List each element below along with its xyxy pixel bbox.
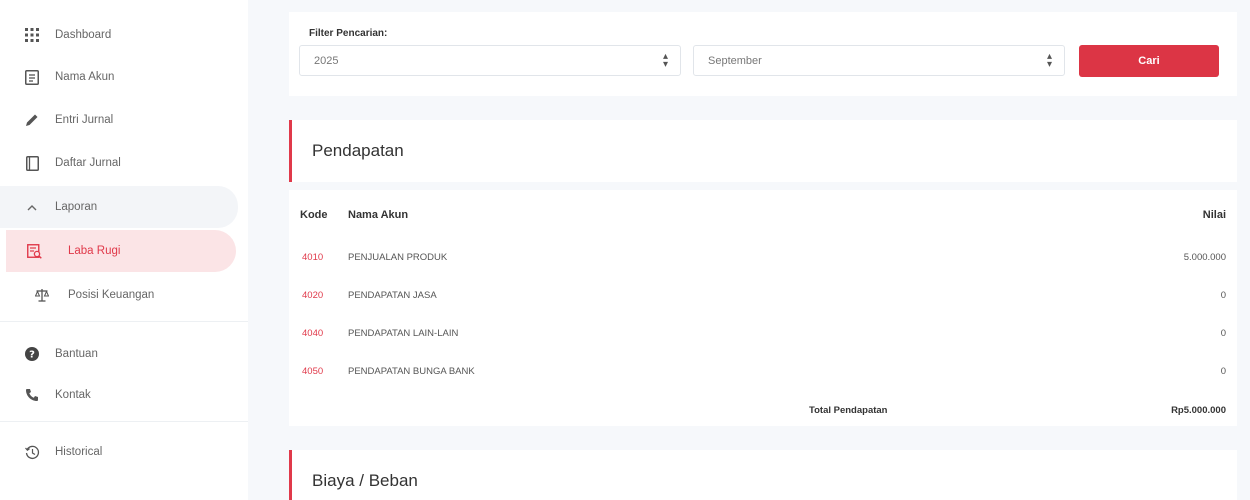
select-caret-icon: ▴ ▾	[1046, 51, 1052, 70]
sidebar-item-label: Posisi Keuangan	[68, 289, 155, 301]
book-icon	[22, 153, 42, 173]
sidebar-item-label: Kontak	[55, 389, 91, 401]
history-icon	[22, 442, 42, 462]
sidebar-item-posisi-keuangan[interactable]: Posisi Keuangan	[0, 274, 238, 316]
sidebar-item-label: Laba Rugi	[68, 245, 121, 257]
sidebar-item-entri-jurnal[interactable]: Entri Jurnal	[0, 99, 238, 141]
column-header-code: Kode	[300, 209, 328, 221]
sidebar-item-nama-akun[interactable]: Nama Akun	[0, 56, 238, 98]
question-icon: ?	[22, 344, 42, 364]
account-name: PENJUALAN PRODUK	[348, 252, 448, 263]
sidebar-item-label: Nama Akun	[55, 71, 115, 83]
sidebar-item-daftar-jurnal[interactable]: Daftar Jurnal	[0, 142, 238, 184]
sidebar-item-label: Entri Jurnal	[55, 114, 114, 126]
table-row: 4040 PENDAPATAN LAIN-LAIN 0	[289, 316, 1237, 354]
total-value: Rp5.000.000	[1171, 405, 1226, 416]
account-name: PENDAPATAN LAIN-LAIN	[348, 328, 459, 339]
account-value: 0	[1220, 328, 1226, 339]
sidebar-item-label: Laporan	[55, 201, 98, 213]
list-icon	[22, 67, 42, 87]
account-value: 5.000.000	[1183, 252, 1226, 263]
section-title: Biaya / Beban	[312, 471, 418, 490]
sidebar-item-historical[interactable]: Historical	[0, 431, 238, 473]
sidebar-item-laporan[interactable]: Laporan	[0, 186, 238, 228]
account-value: 0	[1220, 290, 1226, 301]
section-accent-bar	[289, 450, 292, 500]
account-code-link[interactable]: 4010	[302, 252, 323, 263]
sidebar-divider	[0, 421, 248, 422]
section-header-pendapatan: Pendapatan	[289, 120, 1237, 182]
sidebar-item-laba-rugi[interactable]: Laba Rugi	[6, 230, 236, 272]
sidebar-item-label: Bantuan	[55, 348, 98, 360]
sidebar-item-label: Dashboard	[55, 29, 112, 41]
scale-icon	[32, 285, 52, 305]
account-name: PENDAPATAN JASA	[348, 290, 437, 301]
sidebar: Dashboard Nama Akun Entri Jurnal Daftar …	[0, 0, 248, 500]
sidebar-item-label: Daftar Jurnal	[55, 157, 121, 169]
table-row: 4010 PENJUALAN PRODUK 5.000.000	[289, 240, 1237, 278]
filter-card: Filter Pencarian: 2025 ▴ ▾ September ▴ ▾ C…	[289, 12, 1237, 96]
table-row: 4020 PENDAPATAN JASA 0	[289, 278, 1237, 316]
pendapatan-table: Kode Nama Akun Nilai 4010 PENJUALAN PROD…	[289, 190, 1237, 426]
table-row: 4050 PENDAPATAN BUNGA BANK 0	[289, 354, 1237, 392]
sidebar-divider	[0, 321, 248, 322]
search-button[interactable]: Cari	[1079, 45, 1219, 77]
svg-text:?: ?	[29, 350, 35, 361]
section-header-biaya: Biaya / Beban	[289, 450, 1237, 500]
account-code-link[interactable]: 4050	[302, 366, 323, 377]
select-caret-icon: ▴ ▾	[662, 51, 668, 70]
account-code-link[interactable]: 4020	[302, 290, 323, 301]
section-title: Pendapatan	[312, 141, 404, 160]
year-select[interactable]: 2025 ▴ ▾	[299, 45, 681, 76]
account-name: PENDAPATAN BUNGA BANK	[348, 366, 475, 377]
sidebar-item-dashboard[interactable]: Dashboard	[0, 14, 238, 56]
grid-icon	[22, 25, 42, 45]
column-header-name: Nama Akun	[348, 209, 409, 221]
total-label: Total Pendapatan	[809, 405, 888, 416]
sidebar-item-kontak[interactable]: Kontak	[0, 374, 238, 416]
filter-label: Filter Pencarian:	[309, 28, 388, 39]
year-select-value: 2025	[314, 55, 339, 67]
report-icon	[24, 241, 44, 261]
sidebar-item-label: Historical	[55, 446, 103, 458]
sidebar-item-bantuan[interactable]: ? Bantuan	[0, 333, 238, 375]
chevron-up-icon	[22, 197, 42, 217]
pencil-icon	[22, 110, 42, 130]
section-accent-bar	[289, 120, 292, 182]
phone-icon	[22, 385, 42, 405]
column-header-value: Nilai	[1202, 209, 1226, 221]
month-select[interactable]: September ▴ ▾	[693, 45, 1065, 76]
month-select-value: September	[708, 55, 762, 67]
account-code-link[interactable]: 4040	[302, 328, 323, 339]
account-value: 0	[1220, 366, 1226, 377]
